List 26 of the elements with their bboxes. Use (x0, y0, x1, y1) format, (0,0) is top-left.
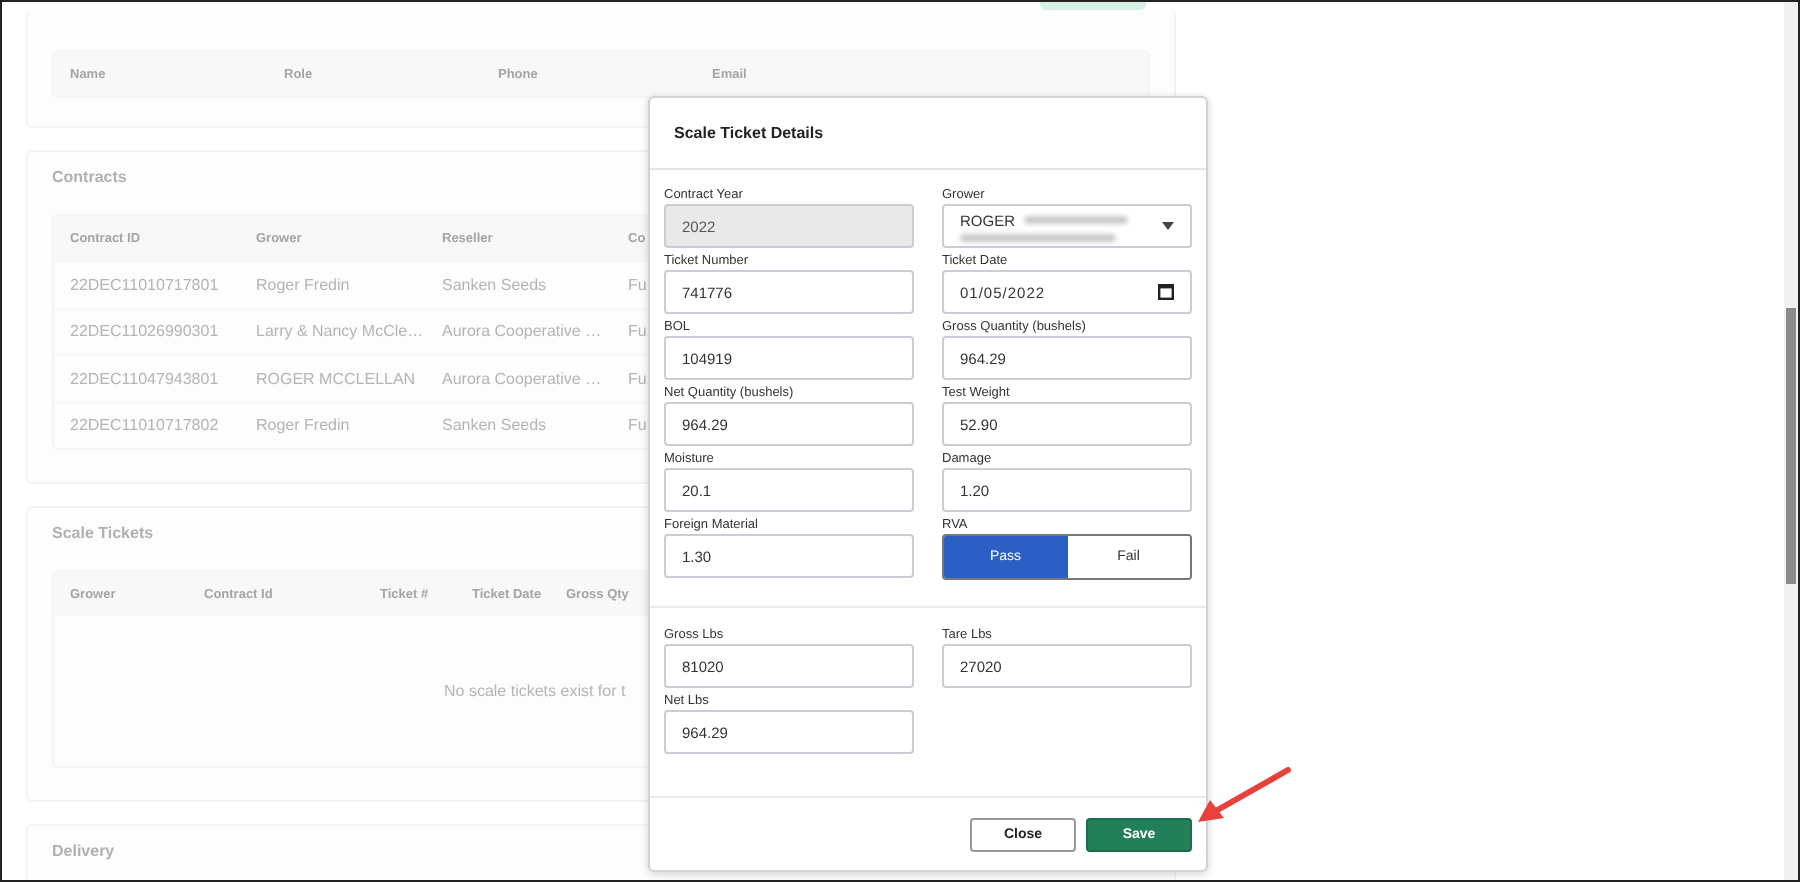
table-cell-text: Fu (626, 416, 649, 435)
table-cell-text: Roger Fredin (254, 416, 352, 435)
table-cell-text: Fu (626, 275, 649, 294)
dialog-title: Scale Ticket Details (674, 124, 824, 142)
section-title: Scale Tickets (52, 522, 154, 546)
caret-icon (1162, 222, 1174, 230)
scrollbar[interactable] (1784, 2, 1798, 880)
arrow (1198, 767, 1291, 822)
section-title: Delivery (52, 840, 115, 864)
table-cell-text: Fu (626, 322, 649, 341)
table-cell-text: Roger Fredin (254, 275, 352, 294)
table-cell-text: 22DEC11026990301 (68, 322, 221, 341)
table-cell-text: Aurora Cooperative … (440, 322, 604, 341)
table-cell-text: Aurora Cooperative … (440, 369, 604, 388)
table-cell-text: 22DEC11010717801 (68, 275, 221, 294)
calendar-icon (1158, 284, 1174, 300)
empty-message: No scale tickets exist for t (444, 682, 626, 700)
blurred-text (1023, 216, 1128, 224)
table-cell-text: Larry & Nancy McCle… (254, 322, 426, 341)
table-cell-text: 22DEC11047943801 (68, 369, 221, 388)
section-title: Contracts (52, 166, 127, 190)
table-cell-text: Fu (626, 369, 649, 388)
table-cell-text: 22DEC11010717802 (68, 416, 221, 435)
table-cell-text: Sanken Seeds (440, 275, 549, 294)
table-cell-text: ROGER MCCLELLAN (254, 369, 418, 388)
table-cell-text: Sanken Seeds (440, 416, 549, 435)
